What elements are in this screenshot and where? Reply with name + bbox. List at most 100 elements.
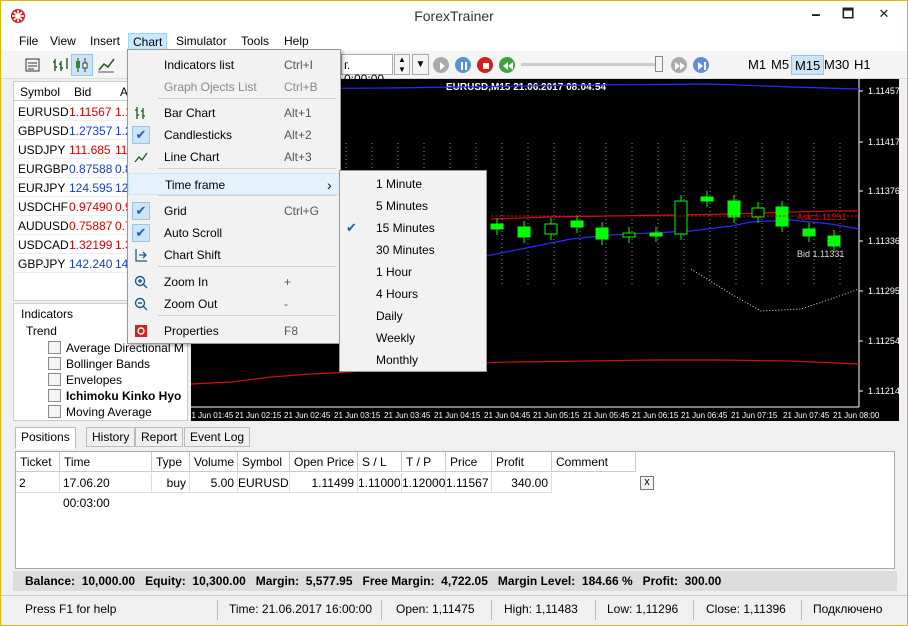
indicator-label: Ichimoku Kinko Hyo [66,389,182,403]
tab-report[interactable]: Report [135,427,184,447]
timeframe-menu-item[interactable]: 1 Minute [340,173,486,195]
column-header[interactable]: Time [60,452,152,472]
timeframe-menu-item[interactable]: 30 Minutes [340,239,486,261]
indicator-item[interactable]: Envelopes [48,373,122,389]
stop-icon[interactable] [477,57,493,73]
chart-menu-item[interactable]: Properties F8 [128,320,340,342]
time-tick-label: 21 Jun 01:45 [191,411,234,420]
chart-menu-item[interactable]: ✔ Candlesticks Alt+2 [128,124,340,146]
tab-positions[interactable]: Positions [15,427,76,449]
trend-group[interactable]: Trend [26,324,57,338]
date-time-field[interactable]: г. 0:00:00 [341,54,393,86]
chart-menu-item[interactable]: Line Chart Alt+3 [128,146,340,168]
line-chart-icon[interactable] [95,54,117,76]
timeframe-menu-item[interactable]: Monthly [340,349,486,371]
timeframe-menu-item[interactable]: 4 Hours [340,283,486,305]
menu-chart[interactable]: Chart [128,33,168,50]
timeframe-menu-item[interactable]: ✔ 15 Minutes [340,217,486,239]
bid-cell: 1.11567 [69,105,112,119]
timeframe-menu-item[interactable]: 5 Minutes [340,195,486,217]
menu-item-shortcut: + [284,275,292,289]
timeframe-m15[interactable]: M15 [791,55,825,75]
menu-item-label: Indicators list [164,58,235,72]
column-header[interactable]: Symbol [238,452,290,472]
position-cell-ticket: 2 [16,473,60,493]
bar-chart-icon[interactable] [49,54,71,76]
play-icon[interactable] [433,57,449,73]
column-header[interactable]: Price [446,452,492,472]
chart-menu-item[interactable]: Indicators list Ctrl+I [128,54,340,76]
chart-menu-item[interactable]: Chart Shift [128,244,340,266]
chart-menu-item[interactable]: ✔ Grid Ctrl+G [128,200,340,222]
timeframe-menu-item[interactable]: Daily [340,305,486,327]
timeframe-m1[interactable]: M1 [745,55,769,75]
menu-item-shortcut: F8 [284,324,299,338]
indicator-item[interactable]: Ichimoku Kinko Hyo [48,389,181,405]
candlesticks-icon[interactable] [71,54,93,76]
menu-item-label: Candlesticks [164,128,233,142]
chart-menu-item[interactable]: Time frame › [128,173,340,195]
chart-menu-item[interactable]: Zoom In + [128,271,340,293]
chart-menu-item[interactable]: Bar Chart Alt+1 [128,102,340,124]
column-header[interactable]: Volume [190,452,238,472]
position-cell-profit: 340.00 [492,473,552,493]
close-position-button[interactable]: x [640,476,654,490]
menu-item-label: Zoom In [164,275,209,289]
maximize-button[interactable]: 🗖 [833,1,863,27]
bid-cell: 0.87588 [69,162,113,176]
menu-item-label: Zoom Out [164,297,218,311]
menu-item-shortcut: Ctrl+G [284,204,320,218]
bar-chart-icon [133,105,149,121]
menu-view[interactable]: View [46,33,80,50]
menu-separator [158,315,336,316]
menu-insert[interactable]: Insert [86,33,124,50]
time-tick-label: 21 Jun 04:45 [484,411,531,420]
rewind-icon[interactable] [499,57,515,73]
market-watch-icon[interactable] [22,54,44,76]
speed-slider[interactable] [521,56,666,74]
indicator-item[interactable]: Moving Average [48,405,152,420]
column-header[interactable]: Comment [552,452,636,472]
timeframe-h1[interactable]: H1 [851,55,874,75]
chart-menu-item[interactable]: Graph Ojects List Ctrl+B [128,76,340,98]
symbol-cell: USDCAD [18,238,69,252]
chart-menu-item[interactable]: Zoom Out - [128,293,340,315]
indicator-label: Envelopes [66,373,123,387]
column-header[interactable]: S / L [358,452,402,472]
tab-history[interactable]: History [86,427,136,447]
timeframe-m5[interactable]: M5 [768,55,792,75]
column-header[interactable]: Open Price [290,452,358,472]
step-forward-icon[interactable] [693,57,709,73]
time-spinner[interactable]: ▲ ▼ [394,54,410,75]
status-close: Close: 1,11396 [706,602,786,616]
timeframe-menu-item[interactable]: Weekly [340,327,486,349]
column-header[interactable]: Profit [492,452,552,472]
symbol-cell: EURGBP [18,162,69,176]
position-cell-price: 1.11567 [446,473,492,493]
menu-simulator[interactable]: Simulator [172,33,231,50]
timeframe-m30[interactable]: M30 [821,55,852,75]
close-button[interactable]: ✕ [869,1,899,27]
menu-tools[interactable]: Tools [237,33,273,50]
chart-menu-item[interactable]: ✔ Auto Scroll [128,222,340,244]
menu-item-label: Graph Ojects List [164,80,257,94]
zoom-in-icon [133,274,149,290]
symbol-cell: GBPJPY [18,257,66,271]
menu-help[interactable]: Help [280,33,313,50]
timeframe-menu-item[interactable]: 1 Hour [340,261,486,283]
column-header[interactable]: Type [152,452,190,472]
column-header[interactable]: Ticket [16,452,60,472]
indicator-item[interactable]: Bollinger Bands [48,357,150,373]
indicators-root[interactable]: Indicators [21,307,73,321]
menu-item-label: Grid [164,204,187,218]
positions-table: Ticket Time Type Volume Symbol Open Price S / … [15,451,895,569]
fast-forward-icon[interactable] [671,57,687,73]
column-header[interactable]: T / P [402,452,446,472]
minimize-button[interactable]: 🗕 [801,1,831,27]
chart-dropdown-menu: Indicators list Ctrl+I Graph Ojects List Ct… [127,49,341,344]
date-dropdown-chevron-down-icon[interactable]: ▼ [412,54,429,75]
menu-file[interactable]: File [15,33,42,50]
tab-event-log[interactable]: Event Log [184,427,251,447]
candle-body [517,226,531,238]
pause-icon[interactable] [455,57,471,73]
